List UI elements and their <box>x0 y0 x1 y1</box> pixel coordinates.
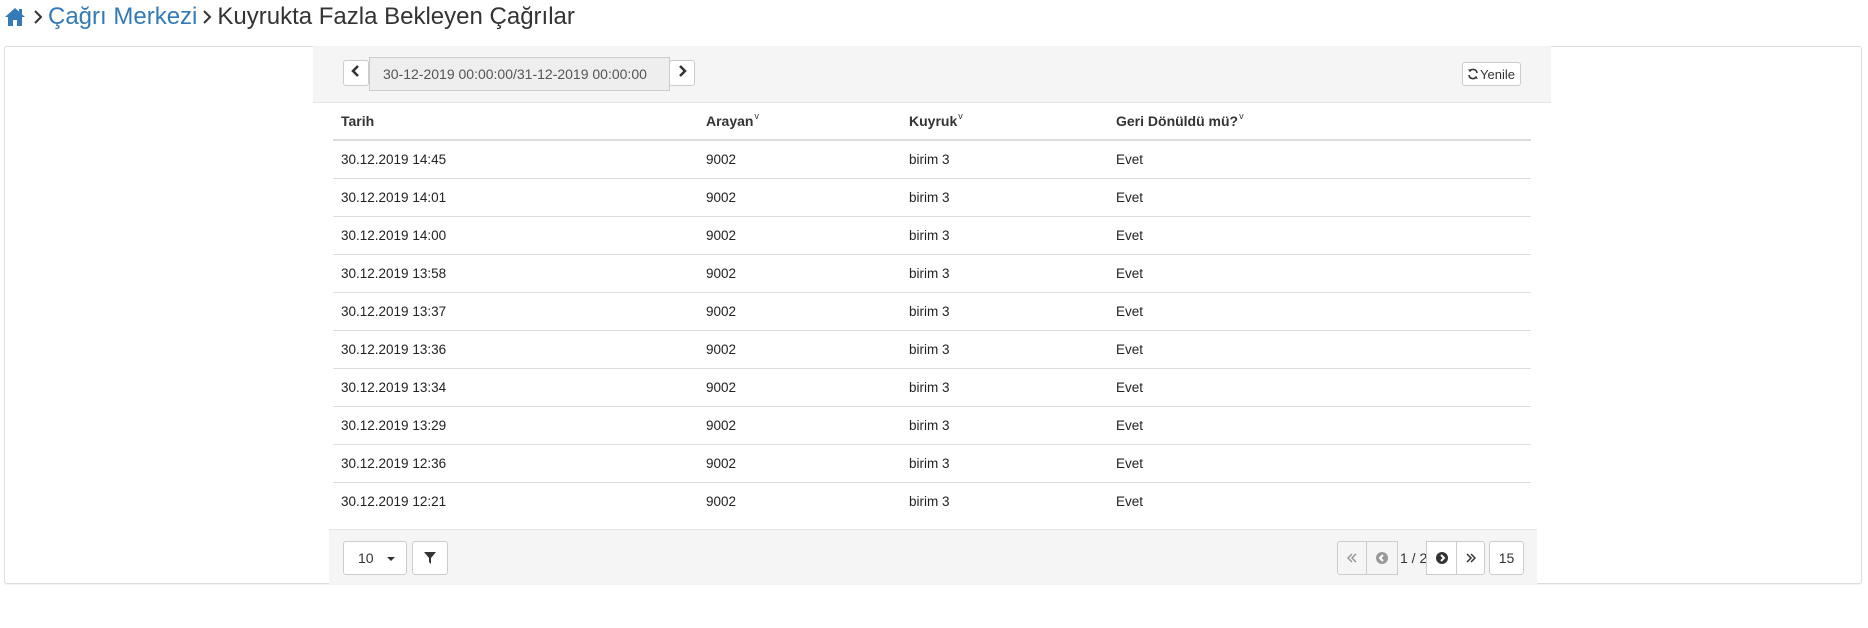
table-row: 30.12.2019 13:37 9002 birim 3 Evet <box>333 293 1531 331</box>
cell-geri-donuldu: Evet <box>1116 456 1144 471</box>
table-row: 30.12.2019 13:29 9002 birim 3 Evet <box>333 407 1531 445</box>
page-info: 1 / 2 <box>1400 550 1428 566</box>
filter-button[interactable] <box>412 541 448 575</box>
cell-arayan: 9002 <box>706 342 737 357</box>
circle-chevron-left-icon <box>1376 552 1388 564</box>
page-size-select[interactable]: 10 <box>343 541 407 575</box>
date-range-input[interactable]: 30-12-2019 00:00:00/31-12-2019 00:00:00 <box>369 57 670 91</box>
sort-caret: v <box>1239 111 1244 121</box>
cell-kuyruk: birim 3 <box>909 304 950 319</box>
sort-caret: v <box>754 111 759 121</box>
cell-arayan: 9002 <box>706 304 737 319</box>
total-count-badge: 15 <box>1489 541 1524 575</box>
cell-tarih: 30.12.2019 13:37 <box>341 304 447 319</box>
home-icon[interactable] <box>4 5 28 29</box>
prev-page-button[interactable] <box>1366 541 1398 575</box>
sort-caret: v <box>958 111 963 121</box>
last-page-button[interactable] <box>1456 541 1485 575</box>
breadcrumb-link-cagri-merkezi[interactable]: Çağrı Merkezi <box>48 5 197 29</box>
cell-arayan: 9002 <box>706 190 737 205</box>
prev-date-button[interactable] <box>343 60 369 86</box>
toolbar: 30-12-2019 00:00:00/31-12-2019 00:00:00 … <box>313 46 1551 103</box>
double-chevron-right-icon <box>1465 553 1476 563</box>
table-row: 30.12.2019 14:45 9002 birim 3 Evet <box>333 141 1531 179</box>
table-row: 30.12.2019 13:58 9002 birim 3 Evet <box>333 255 1531 293</box>
cell-tarih: 30.12.2019 12:36 <box>341 456 447 471</box>
cell-tarih: 30.12.2019 13:58 <box>341 266 447 281</box>
cell-tarih: 30.12.2019 12:21 <box>341 494 447 509</box>
pagination: 1 / 2 15 <box>1337 541 1537 575</box>
refresh-label: Yenile <box>1480 66 1515 82</box>
caret-down-icon <box>387 557 395 561</box>
column-header-kuyruk[interactable]: Kuyrukv <box>901 111 1108 129</box>
refresh-icon <box>1467 68 1479 80</box>
table-row: 30.12.2019 13:34 9002 birim 3 Evet <box>333 369 1531 407</box>
filter-icon <box>424 552 436 564</box>
cell-tarih: 30.12.2019 13:34 <box>341 380 447 395</box>
cell-geri-donuldu: Evet <box>1116 418 1144 433</box>
cell-kuyruk: birim 3 <box>909 266 950 281</box>
double-chevron-left-icon <box>1347 553 1357 563</box>
cell-tarih: 30.12.2019 14:45 <box>341 152 447 167</box>
cell-arayan: 9002 <box>706 228 737 243</box>
cell-geri-donuldu: Evet <box>1116 494 1144 509</box>
table-row: 30.12.2019 13:36 9002 birim 3 Evet <box>333 331 1531 369</box>
table-row: 30.12.2019 14:01 9002 birim 3 Evet <box>333 179 1531 217</box>
cell-arayan: 9002 <box>706 456 737 471</box>
cell-kuyruk: birim 3 <box>909 494 950 509</box>
cell-arayan: 9002 <box>706 266 737 281</box>
cell-kuyruk: birim 3 <box>909 380 950 395</box>
cell-geri-donuldu: Evet <box>1116 190 1144 205</box>
cell-tarih: 30.12.2019 13:36 <box>341 342 447 357</box>
chevron-left-icon <box>351 64 361 82</box>
breadcrumb: Çağrı Merkezi Kuyrukta Fazla Bekleyen Ça… <box>4 0 575 34</box>
cell-arayan: 9002 <box>706 418 737 433</box>
chevron-right-icon <box>28 5 48 29</box>
refresh-button[interactable]: Yenile <box>1462 62 1521 86</box>
cell-kuyruk: birim 3 <box>909 418 950 433</box>
cell-geri-donuldu: Evet <box>1116 304 1144 319</box>
circle-chevron-right-icon <box>1435 552 1448 564</box>
cell-geri-donuldu: Evet <box>1116 266 1144 281</box>
table-row: 30.12.2019 12:21 9002 birim 3 Evet <box>333 483 1531 520</box>
cell-arayan: 9002 <box>706 152 737 167</box>
chevron-right-icon <box>197 5 217 29</box>
page-size-value: 10 <box>358 550 374 566</box>
first-page-button[interactable] <box>1337 541 1367 575</box>
table-row: 30.12.2019 12:36 9002 birim 3 Evet <box>333 445 1531 483</box>
cell-kuyruk: birim 3 <box>909 152 950 167</box>
cell-geri-donuldu: Evet <box>1116 228 1144 243</box>
cell-kuyruk: birim 3 <box>909 190 950 205</box>
page-title: Kuyrukta Fazla Bekleyen Çağrılar <box>217 3 575 30</box>
calls-table: Tarih Arayanv Kuyrukv Geri Dönüldü mü?v … <box>333 103 1531 520</box>
cell-arayan: 9002 <box>706 494 737 509</box>
cell-tarih: 30.12.2019 14:00 <box>341 228 447 243</box>
cell-kuyruk: birim 3 <box>909 228 950 243</box>
column-header-arayan[interactable]: Arayanv <box>698 111 901 129</box>
cell-geri-donuldu: Evet <box>1116 152 1144 167</box>
cell-tarih: 30.12.2019 14:01 <box>341 190 447 205</box>
column-header-tarih[interactable]: Tarih <box>333 113 698 129</box>
cell-kuyruk: birim 3 <box>909 456 950 471</box>
cell-geri-donuldu: Evet <box>1116 380 1144 395</box>
table-row: 30.12.2019 14:00 9002 birim 3 Evet <box>333 217 1531 255</box>
cell-tarih: 30.12.2019 13:29 <box>341 418 447 433</box>
cell-geri-donuldu: Evet <box>1116 342 1144 357</box>
column-header-geri-donuldu[interactable]: Geri Dönüldü mü?v <box>1108 111 1531 129</box>
cell-kuyruk: birim 3 <box>909 342 950 357</box>
next-date-button[interactable] <box>669 60 695 86</box>
cell-arayan: 9002 <box>706 380 737 395</box>
next-page-button[interactable] <box>1426 541 1457 575</box>
table-footer: 10 1 / 2 15 <box>329 529 1537 585</box>
chevron-right-icon <box>677 64 687 82</box>
table-header: Tarih Arayanv Kuyrukv Geri Dönüldü mü?v <box>333 103 1531 141</box>
